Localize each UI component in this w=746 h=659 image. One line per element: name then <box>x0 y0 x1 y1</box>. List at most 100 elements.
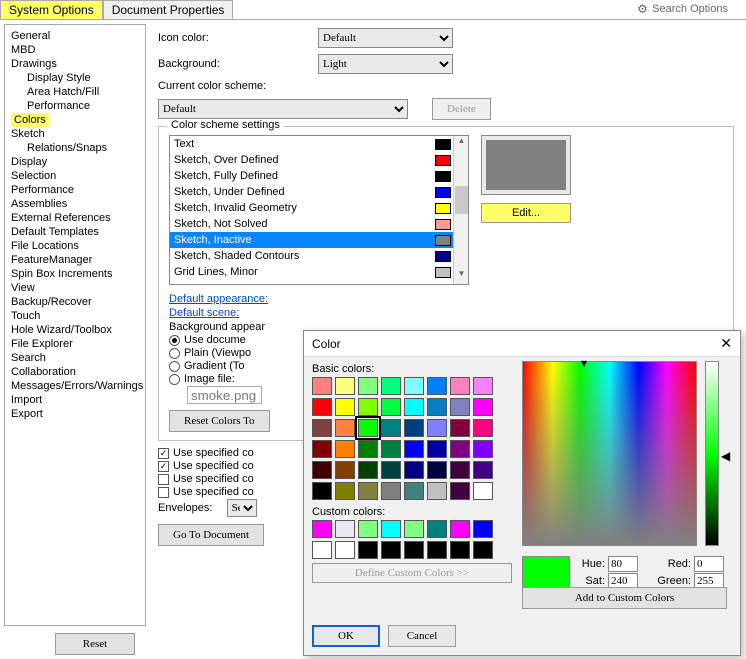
color-swatch[interactable] <box>473 398 493 416</box>
sidebar-item[interactable]: Colors <box>11 113 49 127</box>
color-swatch[interactable] <box>427 419 447 437</box>
sidebar-item[interactable]: Area Hatch/Fill <box>5 85 145 99</box>
custom-swatch[interactable] <box>358 541 378 559</box>
color-swatch[interactable] <box>312 377 332 395</box>
custom-swatch[interactable] <box>450 541 470 559</box>
sidebar-item[interactable]: Collaboration <box>5 365 145 379</box>
custom-swatch[interactable] <box>473 541 493 559</box>
hue-input[interactable] <box>608 556 638 572</box>
list-item[interactable]: Sketch, Not Solved <box>170 216 455 232</box>
list-item[interactable]: Sketch, Shaded Contours <box>170 248 455 264</box>
default-scene-link[interactable]: Default scene: <box>169 307 725 319</box>
sidebar-item[interactable]: Selection <box>5 169 145 183</box>
check-2[interactable]: ✓ <box>158 461 169 472</box>
color-swatch[interactable] <box>473 419 493 437</box>
sidebar-item[interactable]: View <box>5 281 145 295</box>
cancel-button[interactable]: Cancel <box>388 625 456 647</box>
scheme-select[interactable]: Default <box>158 99 408 119</box>
sidebar-item[interactable]: Display Style <box>5 71 145 85</box>
sidebar-item[interactable]: General <box>5 29 145 43</box>
sidebar-item[interactable]: Display <box>5 155 145 169</box>
sidebar-item[interactable]: Import <box>5 393 145 407</box>
color-swatch[interactable] <box>381 377 401 395</box>
custom-swatch[interactable] <box>335 541 355 559</box>
color-swatch[interactable] <box>450 377 470 395</box>
color-swatch[interactable] <box>404 482 424 500</box>
reset-colors-button[interactable]: Reset Colors To <box>169 410 270 432</box>
sidebar-item[interactable]: Search <box>5 351 145 365</box>
radio-use-document[interactable] <box>169 335 180 346</box>
default-appearance-link[interactable]: Default appearance: <box>169 293 725 305</box>
sidebar-item[interactable]: Drawings <box>5 57 145 71</box>
color-swatch[interactable] <box>427 482 447 500</box>
go-to-document-button[interactable]: Go To Document <box>158 524 264 546</box>
color-swatch[interactable] <box>312 461 332 479</box>
color-swatch[interactable] <box>404 377 424 395</box>
search-options[interactable]: ⚙ Search Options <box>637 2 728 16</box>
color-swatch[interactable] <box>473 482 493 500</box>
edit-button[interactable]: Edit... <box>481 203 571 223</box>
custom-swatch[interactable] <box>312 541 332 559</box>
color-swatch[interactable] <box>335 377 355 395</box>
custom-swatch[interactable] <box>427 541 447 559</box>
sidebar-item[interactable]: Assemblies <box>5 197 145 211</box>
sidebar-item[interactable]: Messages/Errors/Warnings <box>5 379 145 393</box>
color-swatch[interactable] <box>404 419 424 437</box>
sidebar-item[interactable]: Performance <box>5 99 145 113</box>
sidebar-item[interactable]: Backup/Recover <box>5 295 145 309</box>
list-item[interactable]: Sketch, Over Defined <box>170 152 455 168</box>
scroll-up-icon[interactable]: ▲ <box>454 136 469 151</box>
background-select[interactable]: Light <box>318 54 453 74</box>
color-swatch[interactable] <box>450 482 470 500</box>
color-swatch[interactable] <box>427 461 447 479</box>
custom-swatch[interactable] <box>358 520 378 538</box>
radio-plain[interactable] <box>169 348 180 359</box>
sidebar-item[interactable]: Performance <box>5 183 145 197</box>
color-swatch[interactable] <box>404 461 424 479</box>
color-swatch[interactable] <box>473 377 493 395</box>
list-item[interactable]: Grid Lines, Minor <box>170 264 455 280</box>
color-spectrum[interactable]: ▾ <box>522 361 697 546</box>
color-swatch[interactable] <box>312 482 332 500</box>
sidebar-item[interactable]: Sketch <box>5 127 145 141</box>
color-swatch[interactable] <box>427 377 447 395</box>
icon-color-select[interactable]: Default <box>318 28 453 48</box>
color-swatch[interactable] <box>335 461 355 479</box>
sidebar-item[interactable]: Spin Box Increments <box>5 267 145 281</box>
radio-image[interactable] <box>169 374 180 385</box>
custom-swatch[interactable] <box>381 520 401 538</box>
sidebar-item[interactable]: MBD <box>5 43 145 57</box>
color-swatch[interactable] <box>358 398 378 416</box>
color-swatch[interactable] <box>335 419 355 437</box>
red-input[interactable] <box>694 556 724 572</box>
color-swatch[interactable] <box>335 440 355 458</box>
color-swatch[interactable] <box>358 377 378 395</box>
check-1[interactable]: ✓ <box>158 448 169 459</box>
color-swatch[interactable] <box>381 482 401 500</box>
custom-swatch[interactable] <box>473 520 493 538</box>
list-item[interactable]: Sketch, Invalid Geometry <box>170 200 455 216</box>
sidebar-item[interactable]: File Locations <box>5 239 145 253</box>
color-swatch[interactable] <box>358 461 378 479</box>
color-swatch[interactable] <box>473 461 493 479</box>
color-swatch[interactable] <box>404 398 424 416</box>
color-swatch[interactable] <box>312 419 332 437</box>
color-swatch[interactable] <box>312 440 332 458</box>
list-item[interactable]: Sketch, Inactive <box>170 232 455 248</box>
color-swatch[interactable] <box>427 440 447 458</box>
custom-swatch[interactable] <box>450 520 470 538</box>
custom-swatch[interactable] <box>404 520 424 538</box>
custom-swatch[interactable] <box>404 541 424 559</box>
list-item[interactable]: Sketch, Fully Defined <box>170 168 455 184</box>
envelopes-select[interactable]: Se <box>227 499 257 517</box>
sidebar-item[interactable]: Hole Wizard/Toolbox <box>5 323 145 337</box>
color-list[interactable]: TextSketch, Over DefinedSketch, Fully De… <box>169 135 469 285</box>
color-swatch[interactable] <box>381 419 401 437</box>
scroll-down-icon[interactable]: ▼ <box>454 269 469 284</box>
check-3[interactable] <box>158 474 169 485</box>
tab-document-properties[interactable]: Document Properties <box>103 0 234 19</box>
color-swatch[interactable] <box>381 461 401 479</box>
color-swatch[interactable] <box>335 482 355 500</box>
close-icon[interactable]: ✕ <box>720 335 732 352</box>
scrollbar[interactable]: ▲ ▼ <box>453 136 468 284</box>
